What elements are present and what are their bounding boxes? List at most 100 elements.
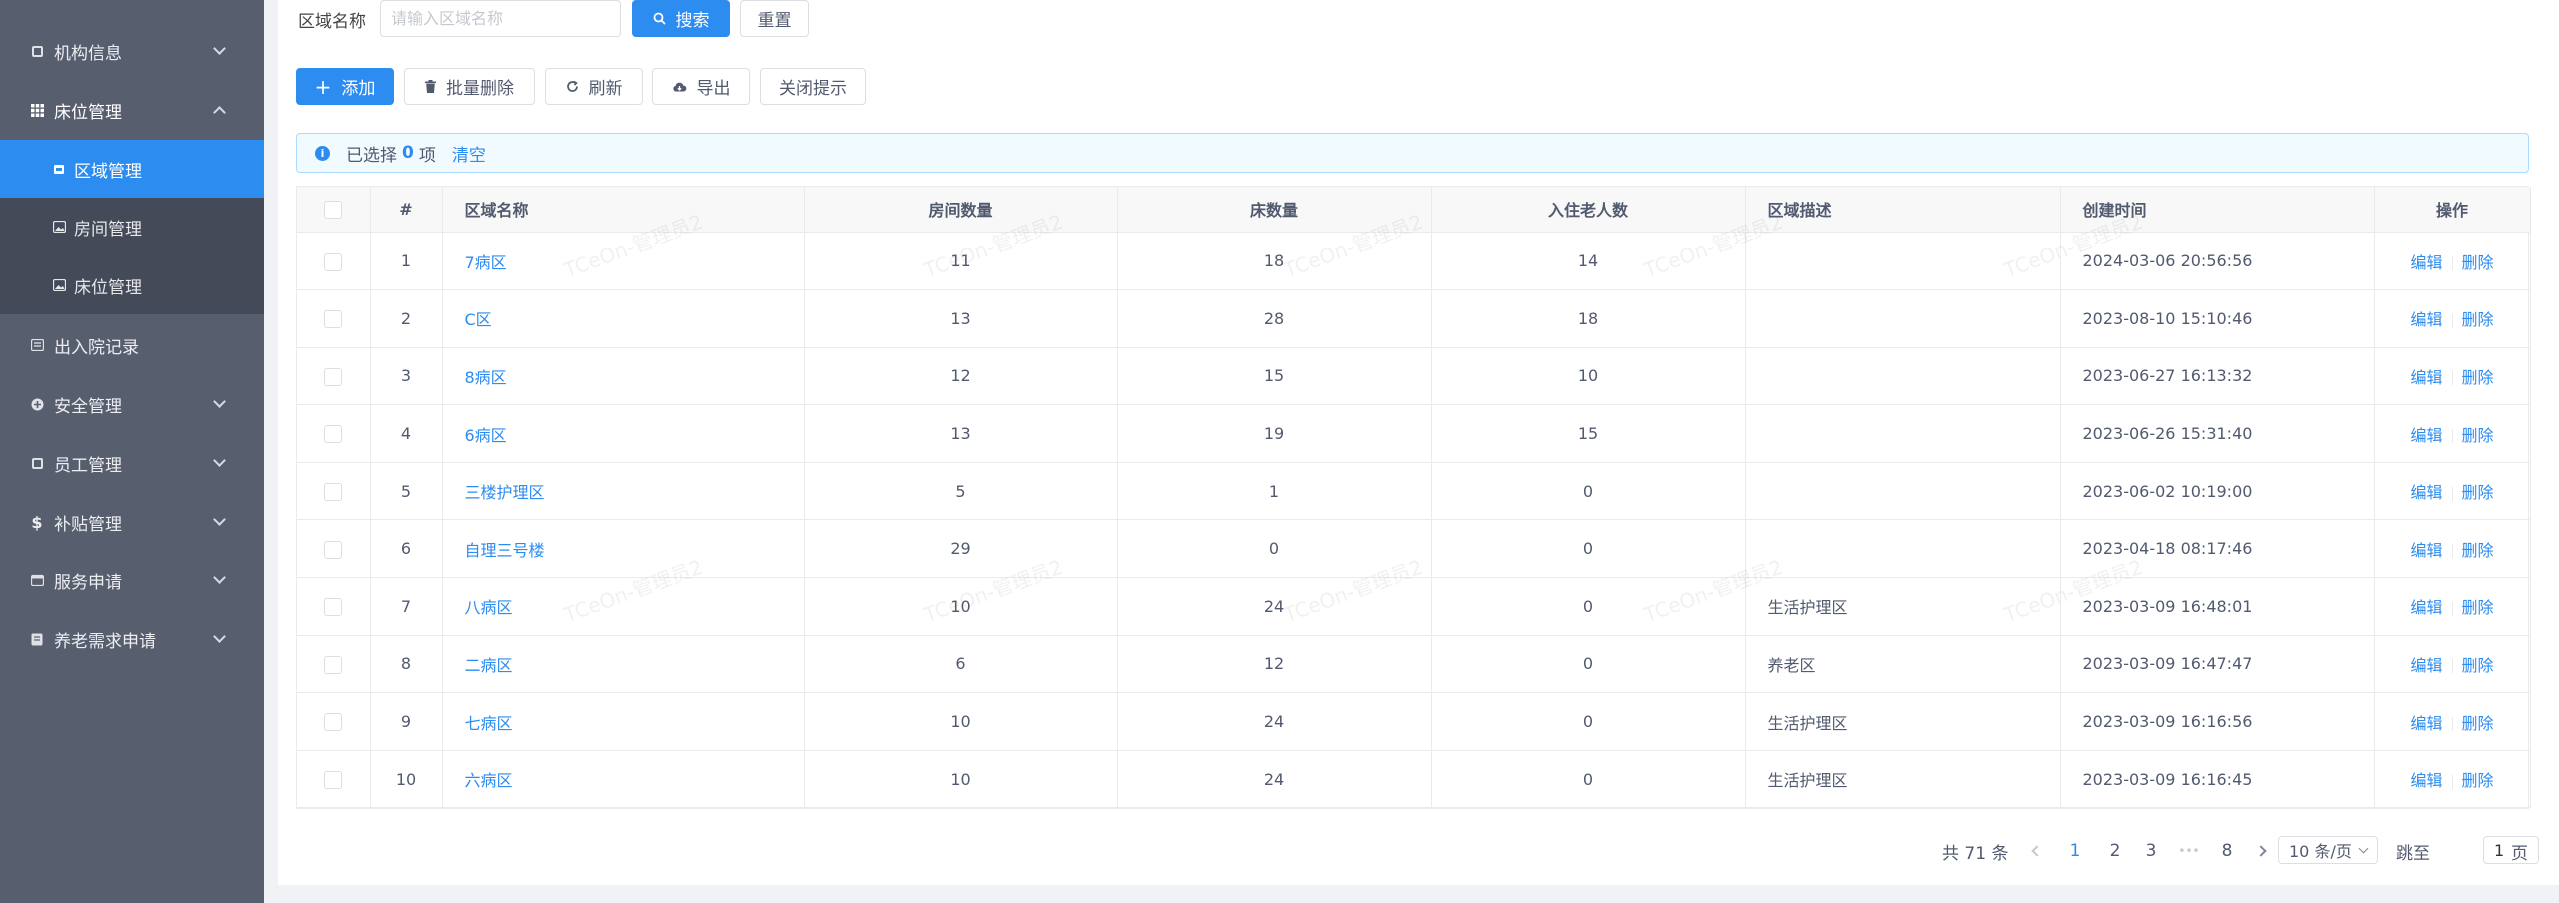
area-name-link[interactable]: 六病区 (465, 771, 513, 790)
search-button[interactable]: 搜索 (632, 0, 730, 37)
selection-alert: i 已选择 0 项 清空 (296, 133, 2529, 173)
delete-button[interactable]: 删除 (2462, 426, 2494, 445)
row-checkbox[interactable] (324, 598, 343, 617)
refresh-button[interactable]: 刷新 (545, 68, 643, 105)
sidebar-item-subsidy[interactable]: $ 补贴管理 (0, 493, 264, 551)
close-tip-button[interactable]: 关闭提示 (760, 68, 866, 105)
area-name-link[interactable]: 八病区 (465, 598, 513, 617)
row-checkbox[interactable] (324, 482, 343, 501)
area-name-search-input[interactable] (380, 0, 621, 37)
area-name-link[interactable]: 三楼护理区 (465, 483, 545, 502)
table-row: 4 6病区 13 19 15 2023-06-26 15:31:40 编辑 删除 (297, 404, 2531, 463)
cloud-download-icon (672, 81, 687, 93)
sidebar-item-bed-management[interactable]: 床位管理 (0, 81, 264, 139)
reset-button[interactable]: 重置 (740, 0, 809, 37)
table-row: 7 八病区 10 24 0 生活护理区 2023-03-09 16:48:01 编辑 删除 (297, 577, 2531, 636)
row-select-cell (297, 347, 371, 406)
created-time-cell: 2023-04-18 08:17:46 (2060, 519, 2375, 579)
edit-button[interactable]: 编辑 (2410, 598, 2442, 617)
row-select-cell (297, 635, 371, 694)
next-page-icon[interactable] (2255, 845, 2267, 857)
delete-button[interactable]: 删除 (2462, 310, 2494, 329)
clear-selection-link[interactable]: 清空 (452, 141, 486, 166)
edit-button[interactable]: 编辑 (2410, 253, 2442, 272)
page-1[interactable]: 1 (2063, 841, 2087, 861)
row-checkbox[interactable] (324, 713, 343, 732)
row-select-cell (297, 404, 371, 463)
page-8[interactable]: 8 (2215, 841, 2239, 861)
area-name-link[interactable]: 6病区 (465, 426, 507, 445)
submenu-item-bed[interactable]: 床位管理 (0, 256, 264, 314)
row-select-cell (297, 577, 371, 636)
edit-button[interactable]: 编辑 (2410, 656, 2442, 675)
page-2[interactable]: 2 (2103, 841, 2127, 861)
area-name-link[interactable]: C区 (465, 310, 492, 329)
edit-button[interactable]: 编辑 (2410, 771, 2442, 790)
description-cell: 生活护理区 (1745, 577, 2061, 636)
area-name-link[interactable]: 7病区 (465, 253, 507, 272)
page-size-select[interactable]: 10 条/页 (2278, 836, 2378, 864)
sidebar-item-service-request[interactable]: 服务申请 (0, 551, 264, 609)
room-count-cell: 13 (804, 289, 1118, 348)
description-cell (1745, 519, 2061, 579)
add-button[interactable]: + 添加 (296, 68, 394, 105)
table-row: 8 二病区 6 12 0 养老区 2023-03-09 16:47:47 编辑 删除 (297, 635, 2531, 694)
area-name-link[interactable]: 自理三号楼 (465, 541, 545, 560)
delete-button[interactable]: 删除 (2462, 656, 2494, 675)
table-row: 6 自理三号楼 29 0 0 2023-04-18 08:17:46 编辑 删除 (297, 519, 2531, 579)
submenu-item-area[interactable]: 区域管理 (0, 140, 264, 198)
delete-button[interactable]: 删除 (2462, 253, 2494, 272)
export-button[interactable]: 导出 (652, 68, 750, 105)
row-checkbox[interactable] (324, 310, 343, 329)
sidebar-item-label: 养老需求申请 (54, 631, 156, 652)
sidebar-item-institution[interactable]: 机构信息 (0, 22, 264, 80)
delete-button[interactable]: 删除 (2462, 714, 2494, 733)
delete-button[interactable]: 删除 (2462, 598, 2494, 617)
row-checkbox[interactable] (324, 540, 343, 559)
sidebar-item-admission-records[interactable]: 出入院记录 (0, 316, 264, 374)
trash-icon (425, 80, 436, 93)
batch-delete-button[interactable]: 批量删除 (404, 68, 535, 105)
chevron-up-icon (213, 106, 226, 119)
select-all-checkbox[interactable] (324, 201, 343, 219)
sidebar: 机构信息 床位管理 区域管理 房间管理 床位管理 出入院记录 安全管理 员工管理… (0, 0, 264, 903)
edit-button[interactable]: 编辑 (2410, 426, 2442, 445)
submenu-item-room[interactable]: 房间管理 (0, 198, 264, 256)
delete-button[interactable]: 删除 (2462, 771, 2494, 790)
row-index: 6 (370, 519, 443, 579)
row-checkbox[interactable] (324, 425, 343, 444)
action-divider (2451, 486, 2453, 501)
edit-button[interactable]: 编辑 (2410, 483, 2442, 502)
sidebar-item-staff[interactable]: 员工管理 (0, 434, 264, 492)
prev-page-icon[interactable] (2031, 845, 2043, 857)
area-name-link[interactable]: 二病区 (465, 656, 513, 675)
area-name-link[interactable]: 七病区 (465, 714, 513, 733)
edit-button[interactable]: 编辑 (2410, 714, 2442, 733)
sidebar-item-elderly-needs[interactable]: 养老需求申请 (0, 610, 264, 668)
area-name-link[interactable]: 8病区 (465, 368, 507, 387)
row-checkbox[interactable] (324, 367, 343, 386)
row-checkbox[interactable] (324, 655, 343, 674)
room-count-cell: 6 (804, 635, 1118, 694)
row-checkbox[interactable] (324, 770, 343, 789)
row-checkbox[interactable] (324, 252, 343, 271)
delete-button[interactable]: 删除 (2462, 483, 2494, 502)
column-header-index: # (370, 187, 443, 233)
action-divider (2451, 544, 2453, 559)
page-3[interactable]: 3 (2139, 841, 2163, 861)
edit-button[interactable]: 编辑 (2410, 368, 2442, 387)
page-size-value: 10 条/页 (2289, 842, 2352, 861)
delete-button[interactable]: 删除 (2462, 541, 2494, 560)
sidebar-item-security[interactable]: 安全管理 (0, 375, 264, 433)
area-name-cell: 自理三号楼 (442, 519, 805, 579)
area-name-cell: 6病区 (442, 404, 805, 463)
elder-count-cell: 15 (1431, 404, 1746, 463)
delete-button[interactable]: 删除 (2462, 368, 2494, 387)
action-divider (2451, 429, 2453, 444)
created-time-cell: 2023-03-09 16:48:01 (2060, 577, 2375, 636)
edit-button[interactable]: 编辑 (2410, 310, 2442, 329)
page-ellipsis[interactable]: ••• (2177, 844, 2201, 858)
edit-button[interactable]: 编辑 (2410, 541, 2442, 560)
column-header-description: 区域描述 (1745, 187, 2061, 233)
row-index: 4 (370, 404, 443, 463)
